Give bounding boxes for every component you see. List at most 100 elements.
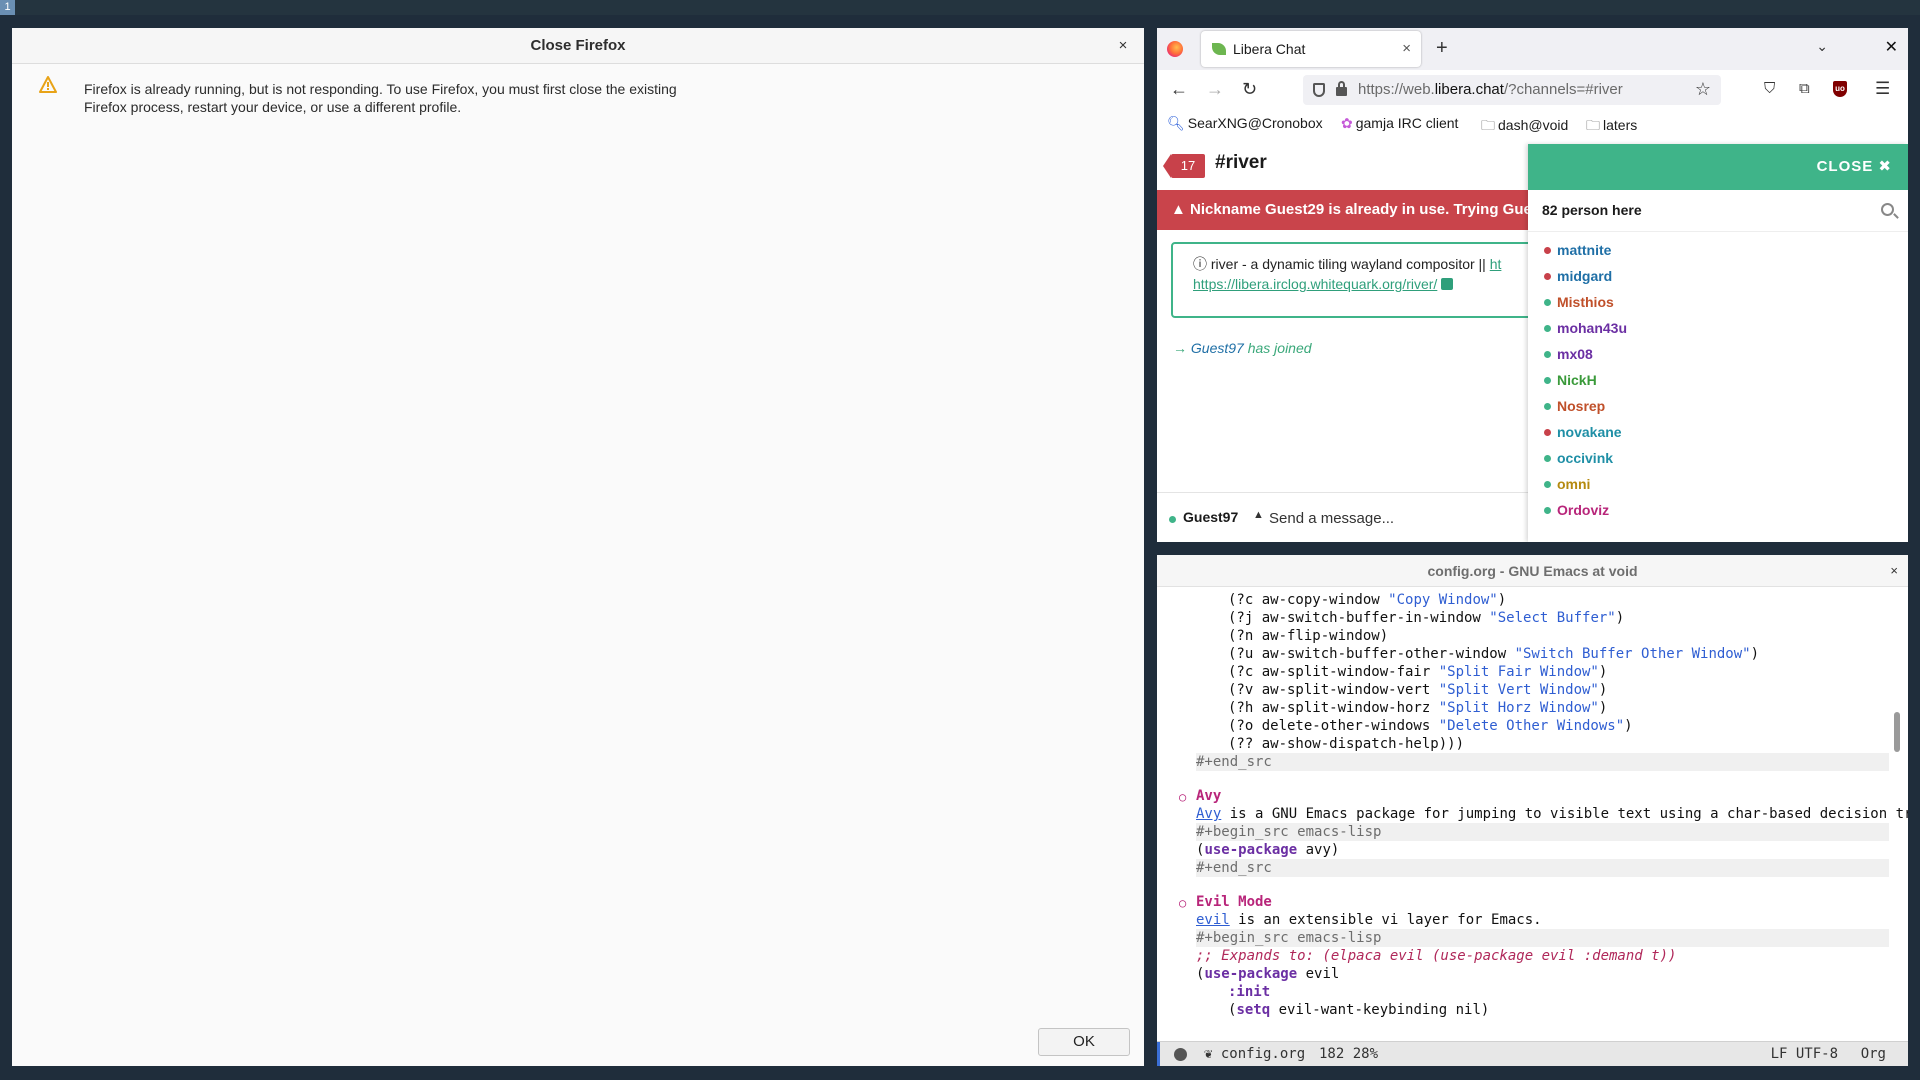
bookmark-dash-void[interactable]: 🗀 dash@void	[1481, 115, 1568, 139]
member-item[interactable]: midgard	[1544, 268, 1612, 290]
member-item[interactable]: mx08	[1544, 346, 1593, 368]
join-nick[interactable]: Guest97	[1191, 340, 1244, 356]
modeline-filename[interactable]: ❦ config.org	[1204, 1046, 1305, 1062]
tab-title: Libera Chat	[1233, 41, 1306, 57]
topic-link-partial[interactable]: ht	[1490, 256, 1502, 272]
modeline-encoding[interactable]: LF UTF-8	[1771, 1046, 1838, 1062]
workspace-tag[interactable]: 1	[0, 0, 15, 15]
topic-link-text[interactable]: https://libera.irclog.whitequark.org/riv…	[1193, 276, 1437, 292]
org-icon: ❦	[1204, 1046, 1221, 1062]
member-item[interactable]: Misthios	[1544, 294, 1614, 316]
folder-icon: 🗀	[1481, 117, 1495, 133]
message-input[interactable]	[1269, 506, 1519, 530]
code-keyword: use-package	[1204, 966, 1298, 982]
org-heading-evil[interactable]: Evil Mode	[1196, 893, 1272, 911]
extensions-icon[interactable]: ⧉	[1799, 80, 1810, 98]
url-bar[interactable]: https://web.libera.chat/?channels=#river…	[1303, 75, 1721, 105]
nickname-warning-banner: ▲ Nickname Guest29 is already in use. Tr…	[1157, 190, 1528, 230]
status-dot	[1544, 299, 1551, 306]
external-link-icon[interactable]	[1441, 278, 1454, 290]
unread-badge[interactable]: 17	[1163, 154, 1205, 178]
avy-link[interactable]: Avy	[1196, 806, 1221, 822]
bookmark-label: SearXNG@Cronobox	[1187, 115, 1323, 131]
member-item[interactable]: Nosrep	[1544, 398, 1605, 420]
dialog-close-button[interactable]: ×	[1114, 37, 1132, 55]
shield-icon[interactable]	[1313, 83, 1325, 97]
code-string: "Switch Buffer Other Window"	[1514, 646, 1751, 662]
firefox-logo-icon[interactable]	[1167, 41, 1183, 57]
dialog-message: Firefox is already running, but is not r…	[84, 80, 784, 116]
heading-bullet: ○	[1179, 790, 1187, 804]
pocket-icon[interactable]: ⛉	[1764, 80, 1775, 98]
bookmark-gamja[interactable]: ✿ gamja IRC client	[1341, 115, 1458, 132]
tab-libera-chat[interactable]: Libera Chat ×	[1201, 31, 1421, 67]
member-item[interactable]: omni	[1544, 476, 1590, 498]
emacs-title: config.org - GNU Emacs at void	[1427, 563, 1638, 579]
code-text: )	[1497, 592, 1507, 608]
emacs-close-button[interactable]: ×	[1890, 563, 1898, 578]
avy-description: Avy is a GNU Emacs package for jumping t…	[1196, 805, 1908, 823]
url-text[interactable]: https://web.libera.chat/?channels=#river	[1358, 81, 1623, 98]
member-item[interactable]: novakane	[1544, 424, 1622, 446]
forward-button[interactable]: →	[1206, 79, 1224, 99]
back-button[interactable]: ←	[1170, 79, 1188, 99]
evil-description: evil is an extensible vi layer for Emacs…	[1196, 911, 1542, 929]
ublock-icon[interactable]: uo	[1833, 81, 1847, 97]
avy-text: is a GNU Emacs package for jumping to vi…	[1221, 806, 1908, 822]
member-name: Ordoviz	[1557, 502, 1610, 518]
buffer-state-icon	[1174, 1048, 1187, 1061]
member-item[interactable]: mattnite	[1544, 242, 1611, 264]
status-dot	[1544, 403, 1551, 410]
emacs-buffer[interactable]: (?c aw-copy-window "Copy Window") (?j aw…	[1157, 587, 1908, 1041]
new-tab-button[interactable]: +	[1436, 37, 1448, 59]
ok-button[interactable]: OK	[1038, 1028, 1130, 1056]
code-comment: ;; Expands to: (elpaca evil (use-package…	[1196, 948, 1677, 964]
tab-list-button[interactable]: ⌄	[1816, 38, 1828, 55]
member-item[interactable]: mohan43u	[1544, 320, 1627, 342]
bookmark-laters[interactable]: 🗀 laters	[1586, 115, 1637, 139]
bookmark-label: laters	[1603, 117, 1638, 133]
bookmark-star-icon[interactable]: ☆	[1695, 79, 1711, 100]
code-text: )	[1598, 664, 1608, 680]
member-item[interactable]: occivink	[1544, 450, 1613, 472]
topic-link[interactable]: https://libera.irclog.whitequark.org/riv…	[1193, 276, 1454, 292]
code-text: (?c aw-copy-window	[1228, 592, 1389, 608]
code-string: "Delete Other Windows"	[1438, 718, 1625, 734]
code-text: (?h aw-split-window-horz	[1228, 700, 1439, 716]
hamburger-menu-icon[interactable]: ☰	[1875, 80, 1890, 98]
modeline-major-mode[interactable]: Org	[1861, 1046, 1886, 1062]
window-close-button[interactable]: ✕	[1885, 37, 1898, 57]
member-name: Misthios	[1557, 294, 1614, 310]
close-panel-button[interactable]: CLOSE ✖	[1817, 157, 1892, 175]
member-item[interactable]	[1544, 232, 1557, 240]
top-panel: 1	[0, 0, 1920, 15]
search-icon[interactable]	[1881, 203, 1894, 216]
search-icon: 🔍︎	[1167, 115, 1185, 131]
lock-icon[interactable]	[1336, 81, 1347, 96]
evil-link[interactable]: evil	[1196, 912, 1230, 928]
topic-text: ⓘ river - a dynamic tiling wayland compo…	[1193, 254, 1501, 274]
code-text: (?o delete-other-windows	[1228, 718, 1439, 734]
dialog-message-line: Firefox is already running, but is not r…	[84, 81, 677, 97]
code-string: "Split Vert Window"	[1438, 682, 1599, 698]
scrollbar-thumb[interactable]	[1894, 712, 1900, 752]
dialog-title: Close Firefox	[530, 37, 626, 54]
code-line: (setq evil-want-keybinding nil)	[1228, 1002, 1490, 1018]
bookmark-searxng[interactable]: 🔍︎ SearXNG@Cronobox	[1167, 115, 1323, 132]
member-name: mx08	[1557, 346, 1593, 362]
org-heading-avy[interactable]: Avy	[1196, 787, 1221, 805]
member-item[interactable]: Ordoviz	[1544, 502, 1609, 524]
modeline-indicator	[1157, 1042, 1160, 1066]
reload-button[interactable]: ↻	[1242, 79, 1257, 99]
code-text: evil	[1297, 966, 1340, 982]
code-line: (?h aw-split-window-horz "Split Horz Win…	[1196, 699, 1889, 717]
status-dot	[1544, 377, 1551, 384]
src-block-end: #+end_src	[1196, 753, 1889, 771]
caret-up-icon[interactable]: ▲	[1253, 509, 1264, 521]
member-item[interactable]: NickH	[1544, 372, 1597, 394]
code-line: (?j aw-switch-buffer-in-window "Select B…	[1196, 609, 1889, 627]
member-name: novakane	[1557, 424, 1622, 440]
tab-close-button[interactable]: ×	[1402, 40, 1411, 57]
code-keyword: setq	[1236, 1002, 1271, 1018]
self-nick[interactable]: Guest97	[1183, 509, 1238, 525]
